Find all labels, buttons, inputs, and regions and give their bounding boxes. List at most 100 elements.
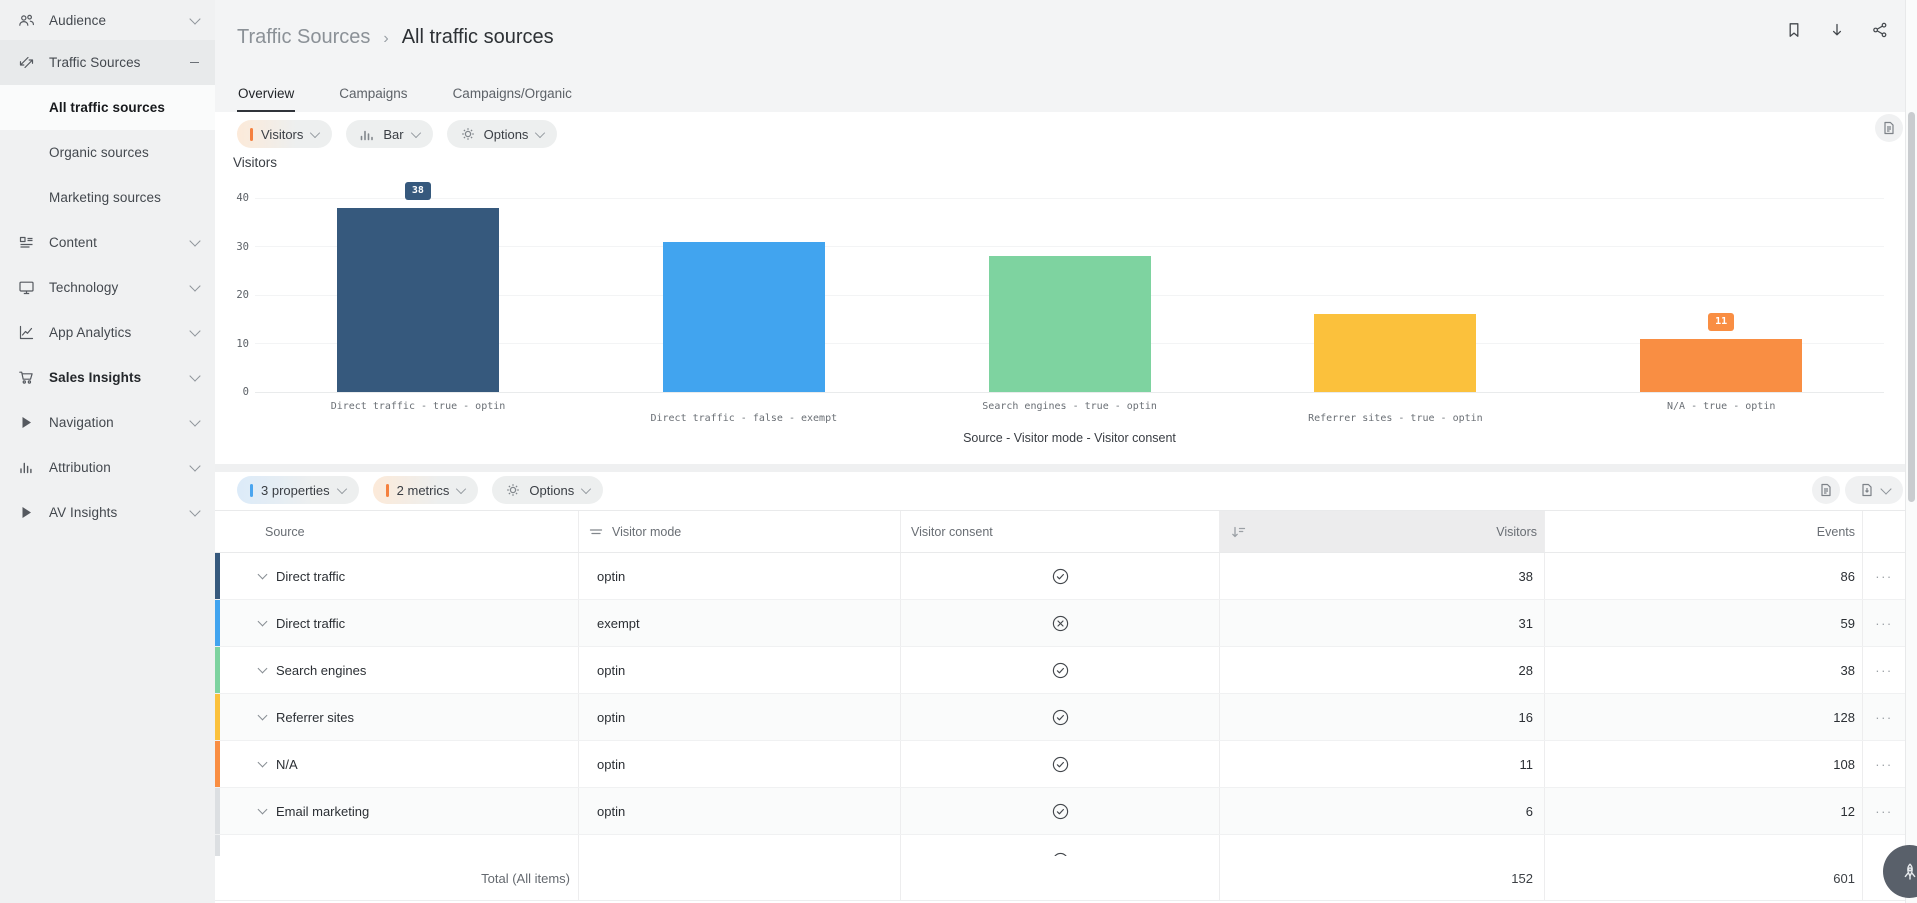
- cell-visitor-mode: optin: [578, 741, 900, 787]
- chart-plot: 3811: [255, 198, 1884, 392]
- table-row-email-marketing-optin[interactable]: Email marketingoptin612···: [215, 788, 1905, 835]
- metric-selector[interactable]: Visitors: [237, 120, 332, 148]
- share-icon[interactable]: [1871, 21, 1889, 39]
- tab-campaigns[interactable]: Campaigns: [338, 82, 408, 112]
- row-expand-chevron-icon[interactable]: [258, 570, 268, 580]
- tab-overview[interactable]: Overview: [237, 82, 295, 112]
- sidebar-item-navigation[interactable]: Navigation: [0, 400, 215, 445]
- tab-campaigns-organic[interactable]: Campaigns/Organic: [452, 82, 573, 112]
- sidebar-item-label: Marketing sources: [49, 190, 199, 205]
- chart-card: Visitors Bar Options Visitors 0102: [215, 112, 1905, 464]
- table-row-n-a-optin[interactable]: N/Aoptin11108···: [215, 741, 1905, 788]
- cell-events: 108: [1544, 741, 1862, 787]
- column-header-visitors-sorted[interactable]: Visitors: [1219, 511, 1544, 552]
- chevron-down-icon: [1880, 483, 1891, 494]
- row-actions-ellipsis-icon[interactable]: ···: [1875, 569, 1893, 584]
- column-header-visitor-consent[interactable]: Visitor consent: [900, 511, 1219, 552]
- y-tick-label: 0: [221, 386, 249, 398]
- chart-bar-search-engines-true-optin[interactable]: [989, 256, 1151, 392]
- column-header-events[interactable]: Events: [1544, 511, 1862, 552]
- cell-events: 38: [1544, 647, 1862, 693]
- row-expand-chevron-icon[interactable]: [258, 617, 268, 627]
- column-header-visitor-mode[interactable]: Visitor mode: [578, 511, 900, 552]
- sidebar-item-sales-insights[interactable]: Sales Insights: [0, 355, 215, 400]
- sidebar-item-all-traffic-sources[interactable]: All traffic sources: [0, 85, 215, 130]
- sidebar-item-content[interactable]: Content: [0, 220, 215, 265]
- chevron-down-icon: [411, 128, 421, 138]
- table-header: Source Visitor mode Visitor consent Visi…: [215, 510, 1905, 553]
- total-visitors-cell: 152: [1219, 856, 1544, 900]
- navigation-icon: [18, 414, 35, 431]
- row-color-strip: [215, 647, 220, 693]
- properties-selector[interactable]: 3 properties: [237, 476, 359, 504]
- row-actions-ellipsis-icon[interactable]: ···: [1875, 663, 1893, 678]
- row-actions-ellipsis-icon[interactable]: ···: [1875, 710, 1893, 725]
- column-label: Source: [265, 525, 305, 539]
- sidebar-item-technology[interactable]: Technology: [0, 265, 215, 310]
- column-header-source[interactable]: Source: [215, 511, 578, 552]
- x-category-label: Search engines - true - optin: [907, 401, 1233, 412]
- cell-actions: ···: [1862, 553, 1905, 599]
- cell-visitor-consent: [900, 553, 1219, 599]
- chart-options-button[interactable]: Options: [447, 120, 558, 148]
- row-actions-ellipsis-icon[interactable]: ···: [1875, 757, 1893, 772]
- cell-visitor-consent: [900, 788, 1219, 834]
- sidebar-item-attribution[interactable]: Attribution: [0, 445, 215, 490]
- row-actions-ellipsis-icon[interactable]: ···: [1875, 616, 1893, 631]
- total-empty-cell: [900, 856, 1219, 900]
- table-row-search-engines-optin[interactable]: Search enginesoptin2838···: [215, 647, 1905, 694]
- sidebar-item-label: App Analytics: [49, 325, 191, 340]
- vertical-scrollbar[interactable]: [1905, 0, 1917, 903]
- chart-bar-direct-traffic-true-optin[interactable]: [337, 208, 499, 392]
- cell-empty: [215, 835, 578, 856]
- content-icon: [18, 234, 35, 251]
- metrics-selector[interactable]: 2 metrics: [373, 476, 479, 504]
- table-row-referrer-sites-optin[interactable]: Referrer sitesoptin16128···: [215, 694, 1905, 741]
- sidebar-item-label: AV Insights: [49, 505, 191, 520]
- cell-visitor-consent: [900, 600, 1219, 646]
- row-actions-ellipsis-icon[interactable]: ···: [1875, 804, 1893, 819]
- cell-actions: ···: [1862, 741, 1905, 787]
- table-row-direct-traffic-optin[interactable]: Direct trafficoptin3886···: [215, 553, 1905, 600]
- chevron-down-icon: [189, 325, 200, 336]
- row-expand-chevron-icon[interactable]: [258, 805, 268, 815]
- chart-bar-referrer-sites-true-optin[interactable]: [1314, 314, 1476, 392]
- table-export-button[interactable]: [1845, 476, 1903, 504]
- chart-type-selector[interactable]: Bar: [346, 120, 432, 148]
- row-color-strip: [215, 788, 220, 834]
- sidebar-item-marketing-sources[interactable]: Marketing sources: [0, 175, 215, 220]
- table-row-direct-traffic-exempt[interactable]: Direct trafficexempt3159···: [215, 600, 1905, 647]
- sidebar-item-app-analytics[interactable]: App Analytics: [0, 310, 215, 355]
- breadcrumb-parent[interactable]: Traffic Sources: [237, 26, 370, 49]
- row-expand-chevron-icon[interactable]: [258, 711, 268, 721]
- cell-visitors: 28: [1219, 647, 1544, 693]
- sidebar-item-traffic-sources[interactable]: Traffic Sources: [0, 40, 215, 85]
- row-expand-chevron-icon[interactable]: [258, 758, 268, 768]
- cell-source: N/A: [215, 741, 578, 787]
- table-options-button[interactable]: Options: [492, 476, 603, 504]
- sidebar-item-label: Sales Insights: [49, 370, 191, 385]
- cell-visitor-mode: optin: [578, 553, 900, 599]
- sidebar-item-av-insights[interactable]: AV Insights: [0, 490, 215, 535]
- chart-notes-button[interactable]: [1875, 114, 1903, 142]
- sidebar-item-audience[interactable]: Audience: [0, 0, 215, 40]
- gear-icon: [460, 126, 476, 142]
- chart-bar-direct-traffic-false-exempt[interactable]: [663, 242, 825, 392]
- bookmark-icon[interactable]: [1785, 21, 1803, 39]
- chart-bar-n-a-true-optin[interactable]: [1640, 339, 1802, 392]
- cell-visitor-mode: exempt: [578, 600, 900, 646]
- y-tick-label: 40: [221, 192, 249, 204]
- cell-events: 128: [1544, 694, 1862, 740]
- chevron-down-icon: [189, 235, 200, 246]
- table-notes-button[interactable]: [1812, 476, 1840, 504]
- chart-x-axis-title: Source - Visitor mode - Visitor consent: [255, 431, 1884, 445]
- cell-events: 59: [1544, 600, 1862, 646]
- sidebar-item-organic-sources[interactable]: Organic sources: [0, 130, 215, 175]
- scrollbar-thumb[interactable]: [1908, 112, 1915, 502]
- chevron-down-icon: [189, 13, 200, 24]
- app-analytics-icon: [18, 324, 35, 341]
- cell-visitor-consent: [900, 647, 1219, 693]
- download-icon[interactable]: [1828, 21, 1846, 39]
- row-expand-chevron-icon[interactable]: [258, 664, 268, 674]
- cell-visitor-consent: [900, 694, 1219, 740]
